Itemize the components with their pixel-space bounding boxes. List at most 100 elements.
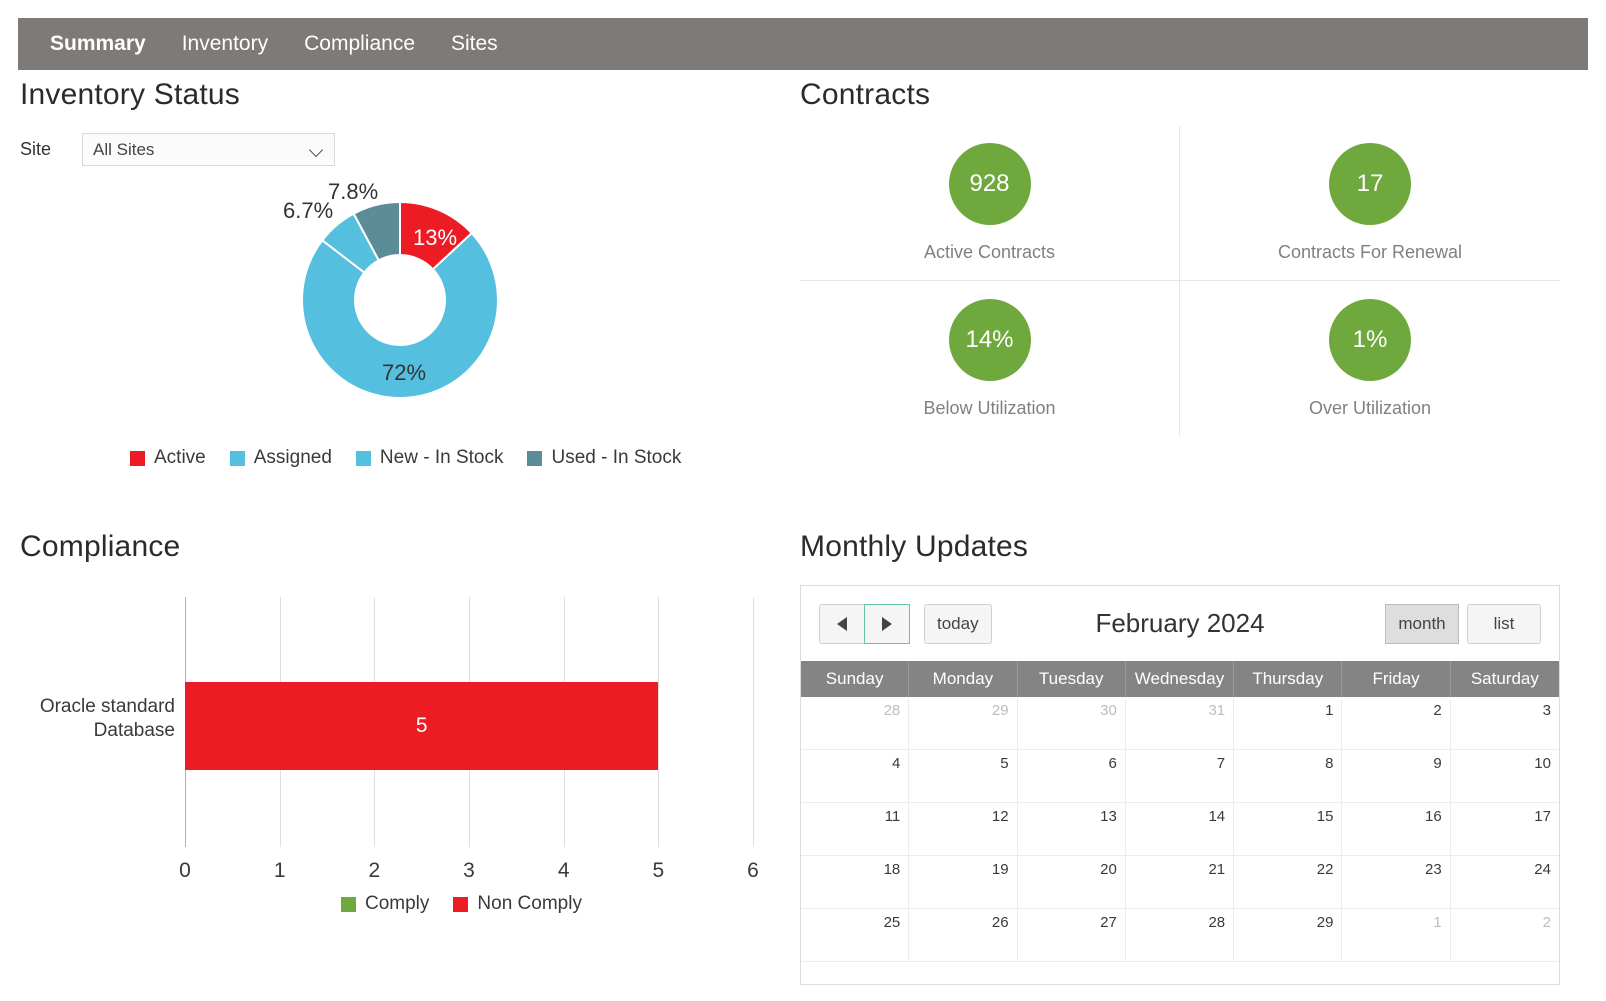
triangle-left-icon <box>837 617 847 631</box>
calendar-day-cell[interactable]: 28 <box>1126 909 1234 962</box>
calendar-day-cell[interactable]: 3 <box>1451 697 1559 750</box>
calendar-day-cell[interactable]: 28 <box>801 697 909 750</box>
calendar-day-cell[interactable]: 27 <box>1018 909 1126 962</box>
dashboard-page: SummaryInventoryComplianceSites Inventor… <box>0 0 1606 1001</box>
y-axis-category-line: Database <box>30 719 175 743</box>
chart-gridline <box>753 597 754 847</box>
calendar-day-cell[interactable]: 26 <box>909 909 1017 962</box>
calendar-day-cell[interactable]: 25 <box>801 909 909 962</box>
calendar-day-cell[interactable]: 15 <box>1234 803 1342 856</box>
calendar-day-cell[interactable]: 2 <box>1342 697 1450 750</box>
calendar-day-cell[interactable]: 16 <box>1342 803 1450 856</box>
calendar-day-cell[interactable]: 8 <box>1234 750 1342 803</box>
calendar-weekday-sunday: Sunday <box>801 661 909 697</box>
calendar-weekday-thursday: Thursday <box>1234 661 1342 697</box>
calendar-day-cell[interactable]: 2 <box>1451 909 1559 962</box>
calendar-list-view-button[interactable]: list <box>1467 604 1541 644</box>
compliance-bar-non-comply[interactable]: 5 <box>185 682 658 770</box>
calendar-day-cell[interactable]: 18 <box>801 856 909 909</box>
x-axis-tick-label: 3 <box>463 859 475 883</box>
donut-label-assigned: 72% <box>382 360 426 386</box>
site-filter-label: Site <box>20 139 82 160</box>
calendar-toolbar: today February 2024 month list <box>801 586 1559 661</box>
contracts-kpi-card[interactable]: 14% Below Utilization <box>800 281 1180 436</box>
calendar-day-cell[interactable]: 10 <box>1451 750 1559 803</box>
calendar-today-button[interactable]: today <box>924 604 992 644</box>
calendar-day-cell[interactable]: 30 <box>1018 697 1126 750</box>
legend-item[interactable]: Active <box>130 447 206 469</box>
donut-label-used-in-stock: 7.8% <box>328 179 378 205</box>
page-title-contracts: Contracts <box>800 78 930 112</box>
calendar-day-cell[interactable]: 23 <box>1342 856 1450 909</box>
legend-item[interactable]: Assigned <box>230 447 332 469</box>
calendar-weekday-header: SundayMondayTuesdayWednesdayThursdayFrid… <box>801 661 1559 697</box>
legend-swatch-icon <box>130 451 145 466</box>
contracts-kpi-card[interactable]: 1%Over Utilization <box>1180 281 1560 436</box>
calendar-day-cell[interactable]: 6 <box>1018 750 1126 803</box>
legend-label: Comply <box>365 893 429 915</box>
calendar-day-cell[interactable]: 24 <box>1451 856 1559 909</box>
donut-label-active: 13% <box>413 225 457 251</box>
legend-item[interactable]: Comply <box>341 893 429 915</box>
legend-swatch-icon <box>230 451 245 466</box>
site-select-value: All Sites <box>93 140 154 160</box>
page-title-monthly-updates: Monthly Updates <box>800 530 1028 564</box>
contracts-kpi-card[interactable]: 928Active Contracts <box>800 126 1180 281</box>
legend-item[interactable]: Non Comply <box>453 893 582 915</box>
calendar-weekday-saturday: Saturday <box>1451 661 1559 697</box>
calendar-weekday-tuesday: Tuesday <box>1018 661 1126 697</box>
contracts-kpi-grid: 928Active Contracts17Contracts For Renew… <box>800 126 1560 436</box>
kpi-value-circle: 14% <box>949 299 1031 381</box>
calendar-day-cell[interactable]: 21 <box>1126 856 1234 909</box>
calendar-day-cell[interactable]: 22 <box>1234 856 1342 909</box>
kpi-value-circle: 17 <box>1329 143 1411 225</box>
compliance-plot-area: 5 <box>185 597 753 847</box>
calendar-day-cell[interactable]: 20 <box>1018 856 1126 909</box>
calendar-day-cell[interactable]: 19 <box>909 856 1017 909</box>
calendar-next-button[interactable] <box>864 604 910 644</box>
legend-label: Non Comply <box>477 893 582 915</box>
nav-tab-sites[interactable]: Sites <box>433 18 516 70</box>
calendar-day-cell[interactable]: 31 <box>1126 697 1234 750</box>
site-filter-row: Site All Sites <box>20 133 335 166</box>
x-axis-tick-label: 5 <box>652 859 664 883</box>
calendar-prev-button[interactable] <box>819 604 865 644</box>
calendar-day-cell[interactable]: 13 <box>1018 803 1126 856</box>
kpi-label: Below Utilization <box>923 398 1055 419</box>
calendar-day-cell[interactable]: 5 <box>909 750 1017 803</box>
calendar-day-cell[interactable]: 29 <box>1234 909 1342 962</box>
site-select[interactable]: All Sites <box>82 133 335 166</box>
x-axis-tick-label: 4 <box>558 859 570 883</box>
compliance-chart-legend: Comply Non Comply <box>341 893 606 915</box>
triangle-right-icon <box>882 617 892 631</box>
calendar-day-cell[interactable]: 14 <box>1126 803 1234 856</box>
legend-label: Used - In Stock <box>551 447 681 469</box>
calendar-day-cell[interactable]: 1 <box>1234 697 1342 750</box>
calendar-day-cell[interactable]: 17 <box>1451 803 1559 856</box>
calendar-day-cell[interactable]: 12 <box>909 803 1017 856</box>
y-axis-category-label: Oracle standardDatabase <box>30 695 175 743</box>
legend-item[interactable]: Used - In Stock <box>527 447 681 469</box>
page-title-inventory-status: Inventory Status <box>20 78 240 112</box>
legend-item[interactable]: New - In Stock <box>356 447 504 469</box>
calendar-weekday-monday: Monday <box>909 661 1017 697</box>
nav-tab-summary[interactable]: Summary <box>32 18 164 70</box>
legend-label: Active <box>154 447 206 469</box>
contracts-kpi-card[interactable]: 17Contracts For Renewal <box>1180 126 1560 281</box>
nav-tab-inventory[interactable]: Inventory <box>164 18 286 70</box>
legend-swatch-icon <box>356 451 371 466</box>
calendar-day-cell[interactable]: 1 <box>1342 909 1450 962</box>
nav-tab-compliance[interactable]: Compliance <box>286 18 433 70</box>
x-axis-tick-label: 6 <box>747 859 759 883</box>
calendar-month-view-button[interactable]: month <box>1385 604 1459 644</box>
inventory-donut-chart: 13%72%6.7%7.8% <box>170 170 640 420</box>
compliance-bar-chart: 50123456Oracle standardDatabase <box>20 585 780 885</box>
calendar-day-cell[interactable]: 11 <box>801 803 909 856</box>
x-axis-tick-label: 2 <box>368 859 380 883</box>
calendar-day-cell[interactable]: 9 <box>1342 750 1450 803</box>
calendar-day-cell[interactable]: 7 <box>1126 750 1234 803</box>
y-axis-category-line: Oracle standard <box>30 695 175 719</box>
x-axis-tick-label: 1 <box>274 859 286 883</box>
calendar-day-cell[interactable]: 29 <box>909 697 1017 750</box>
calendar-day-cell[interactable]: 4 <box>801 750 909 803</box>
